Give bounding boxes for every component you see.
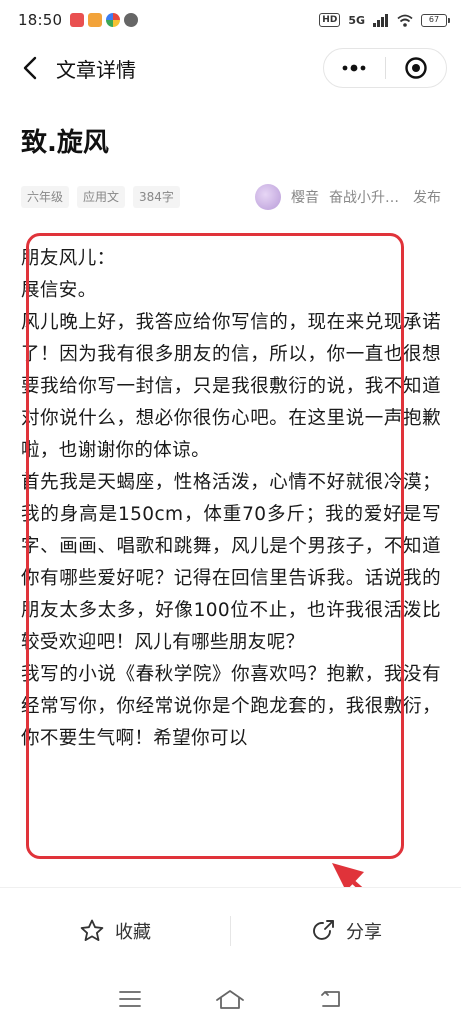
back-button[interactable] <box>8 46 52 90</box>
author-info[interactable]: 樱音 奋战小升… 发布 <box>255 184 441 210</box>
home-icon <box>216 989 245 1009</box>
author-description: 奋战小升… <box>329 190 399 206</box>
tag-genre: 应用文 <box>77 186 126 208</box>
weibo-app-icon <box>88 13 103 27</box>
mini-program-capsule <box>323 48 447 88</box>
status-indicators: HD 5G 67 <box>319 13 450 27</box>
tag-grade: 六年级 <box>21 186 70 208</box>
author-name[interactable]: 樱音 <box>291 187 319 207</box>
back-nav-button[interactable] <box>311 979 351 1019</box>
home-nav-button[interactable] <box>210 979 250 1019</box>
share-icon <box>313 919 334 940</box>
status-app-icons <box>70 13 139 27</box>
paragraph: 我写的小说《春秋学院》你喜欢吗？抱歉，我没有经常写你，你经常说你是个跑龙套的，我… <box>21 664 441 749</box>
status-time: 18:50 <box>18 11 63 29</box>
menu-nav-button[interactable] <box>110 979 150 1019</box>
tag-word-count: 384字 <box>133 186 180 208</box>
share-button[interactable]: 分享 <box>231 888 461 973</box>
status-bar: 18:50 HD 5G 67 <box>0 0 461 40</box>
paragraph: 风儿晚上好，我答应给你写信的，现在来兑现承诺了！因为我有很多朋友的信，所以，你一… <box>21 312 441 461</box>
close-program-button[interactable] <box>386 49 447 87</box>
page-title: 文章详情 <box>56 57 136 82</box>
publish-label: 发布 <box>413 190 441 206</box>
avatar[interactable] <box>255 184 281 210</box>
article-meta: 六年级 应用文 384字 樱音 奋战小升… 发布 <box>21 182 441 212</box>
more-button[interactable] <box>324 49 385 87</box>
paragraph: 展信安。 <box>21 280 97 301</box>
menu-icon <box>119 990 142 1007</box>
mail-app-icon <box>70 13 85 27</box>
target-close-icon <box>405 57 427 79</box>
chevron-left-icon <box>23 56 37 80</box>
nav-bar: 文章详情 <box>0 40 461 96</box>
star-icon <box>80 919 104 941</box>
system-nav-bar <box>0 973 461 1024</box>
back-icon <box>320 990 340 1007</box>
article-title: 致.旋风 <box>21 128 109 158</box>
favorite-button[interactable]: 收藏 <box>0 888 230 973</box>
paragraph: 朋友风儿： <box>21 248 116 269</box>
action-bar: 收藏 分享 <box>0 887 461 973</box>
article-body: 朋友风儿： 展信安。 风儿晚上好，我答应给你写信的，现在来兑现承诺了！因为我有很… <box>21 243 441 875</box>
more-dots-icon <box>342 64 366 72</box>
network-label: 5G <box>348 13 365 27</box>
browser-app-icon <box>106 13 121 27</box>
wifi-icon <box>397 14 413 27</box>
favorite-label: 收藏 <box>115 921 151 943</box>
paragraph: 首先我是天蝎座，性格活泼，心情不好就很冷漠；我的身高是150cm，体重70多斤；… <box>21 472 441 653</box>
battery-level: 67 <box>428 14 440 24</box>
signal-icon <box>373 13 388 27</box>
settings-app-icon <box>124 13 139 27</box>
share-label: 分享 <box>346 921 382 943</box>
battery-icon: 67 <box>421 13 450 27</box>
hd-icon: HD <box>319 13 341 27</box>
